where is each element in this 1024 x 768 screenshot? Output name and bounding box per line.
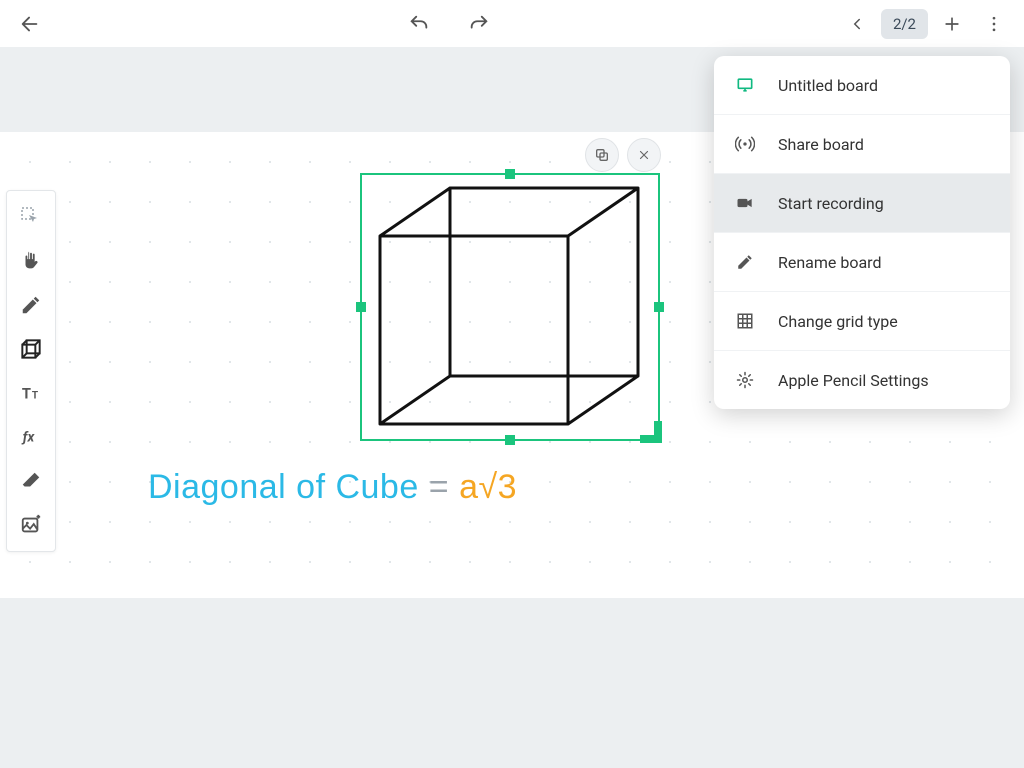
- back-button[interactable]: [12, 6, 48, 42]
- page-indicator[interactable]: 2/2: [881, 9, 928, 39]
- resize-handle-s[interactable]: [505, 435, 515, 445]
- equation-lhs: Diagonal of Cube: [148, 468, 419, 507]
- resize-handle-e[interactable]: [654, 302, 664, 312]
- page-indicator-label: 2/2: [893, 15, 916, 33]
- menu-item-label: Start recording: [778, 194, 884, 213]
- formula-tool[interactable]: ƒx: [11, 415, 51, 459]
- svg-text:T: T: [32, 391, 39, 402]
- add-page-button[interactable]: [934, 6, 970, 42]
- copy-icon: [594, 147, 610, 163]
- cube-icon: [18, 336, 44, 362]
- pencil-icon: [734, 251, 756, 273]
- selection-actions: [585, 138, 661, 172]
- menu-item-label: Apple Pencil Settings: [778, 371, 929, 390]
- copy-selection-button[interactable]: [585, 138, 619, 172]
- more-menu-button[interactable]: [976, 6, 1012, 42]
- eraser-tool[interactable]: [11, 459, 51, 503]
- redo-icon: [468, 13, 490, 35]
- fx-icon: ƒx: [20, 426, 42, 448]
- eraser-icon: [20, 470, 42, 492]
- hand-tool[interactable]: [11, 239, 51, 283]
- menu-item-rename-board[interactable]: Rename board: [714, 233, 1010, 292]
- footer-spacer: [0, 598, 1024, 768]
- menu-item-share-board[interactable]: Share board: [714, 115, 1010, 174]
- close-icon: [637, 148, 651, 162]
- arrow-left-icon: [19, 13, 41, 35]
- equation-equals: =: [429, 468, 449, 507]
- shape-tool[interactable]: [11, 327, 51, 371]
- select-tool[interactable]: [11, 195, 51, 239]
- broadcast-icon: [734, 133, 756, 155]
- svg-text:ƒx: ƒx: [21, 430, 36, 446]
- image-tool[interactable]: [11, 503, 51, 547]
- text-icon: TT: [20, 382, 42, 404]
- equation-text[interactable]: Diagonal of Cube = a√3: [148, 468, 517, 507]
- top-toolbar: 2/2: [0, 0, 1024, 48]
- redo-button[interactable]: [461, 6, 497, 42]
- pencil-icon: [20, 294, 42, 316]
- chevron-left-icon: [848, 15, 866, 33]
- menu-item-start-recording[interactable]: Start recording: [714, 174, 1010, 233]
- menu-item-label: Rename board: [778, 253, 881, 272]
- menu-item-label: Change grid type: [778, 312, 898, 331]
- image-plus-icon: [20, 514, 42, 536]
- board-icon: [734, 74, 756, 96]
- undo-icon: [408, 13, 430, 35]
- plus-icon: [942, 14, 962, 34]
- hand-icon: [20, 250, 42, 272]
- menu-item-untitled-board[interactable]: Untitled board: [714, 56, 1010, 115]
- text-tool[interactable]: TT: [11, 371, 51, 415]
- menu-item-label: Untitled board: [778, 76, 878, 95]
- pen-tool[interactable]: [11, 283, 51, 327]
- menu-item-change-grid[interactable]: Change grid type: [714, 292, 1010, 351]
- menu-item-label: Share board: [778, 135, 864, 154]
- svg-text:T: T: [22, 385, 31, 403]
- gear-icon: [734, 369, 756, 391]
- tool-sidebar: TT ƒx: [6, 190, 56, 552]
- cursor-icon: [19, 205, 43, 229]
- delete-selection-button[interactable]: [627, 138, 661, 172]
- video-icon: [734, 192, 756, 214]
- prev-page-button[interactable]: [839, 6, 875, 42]
- more-menu: Untitled board Share board Start recordi…: [714, 56, 1010, 409]
- equation-rhs: a√3: [459, 468, 517, 507]
- undo-button[interactable]: [401, 6, 437, 42]
- grid-icon: [734, 310, 756, 332]
- resize-handle-w[interactable]: [356, 302, 366, 312]
- menu-item-pencil-settings[interactable]: Apple Pencil Settings: [714, 351, 1010, 409]
- more-vertical-icon: [984, 14, 1004, 34]
- cube-shape[interactable]: [368, 178, 652, 436]
